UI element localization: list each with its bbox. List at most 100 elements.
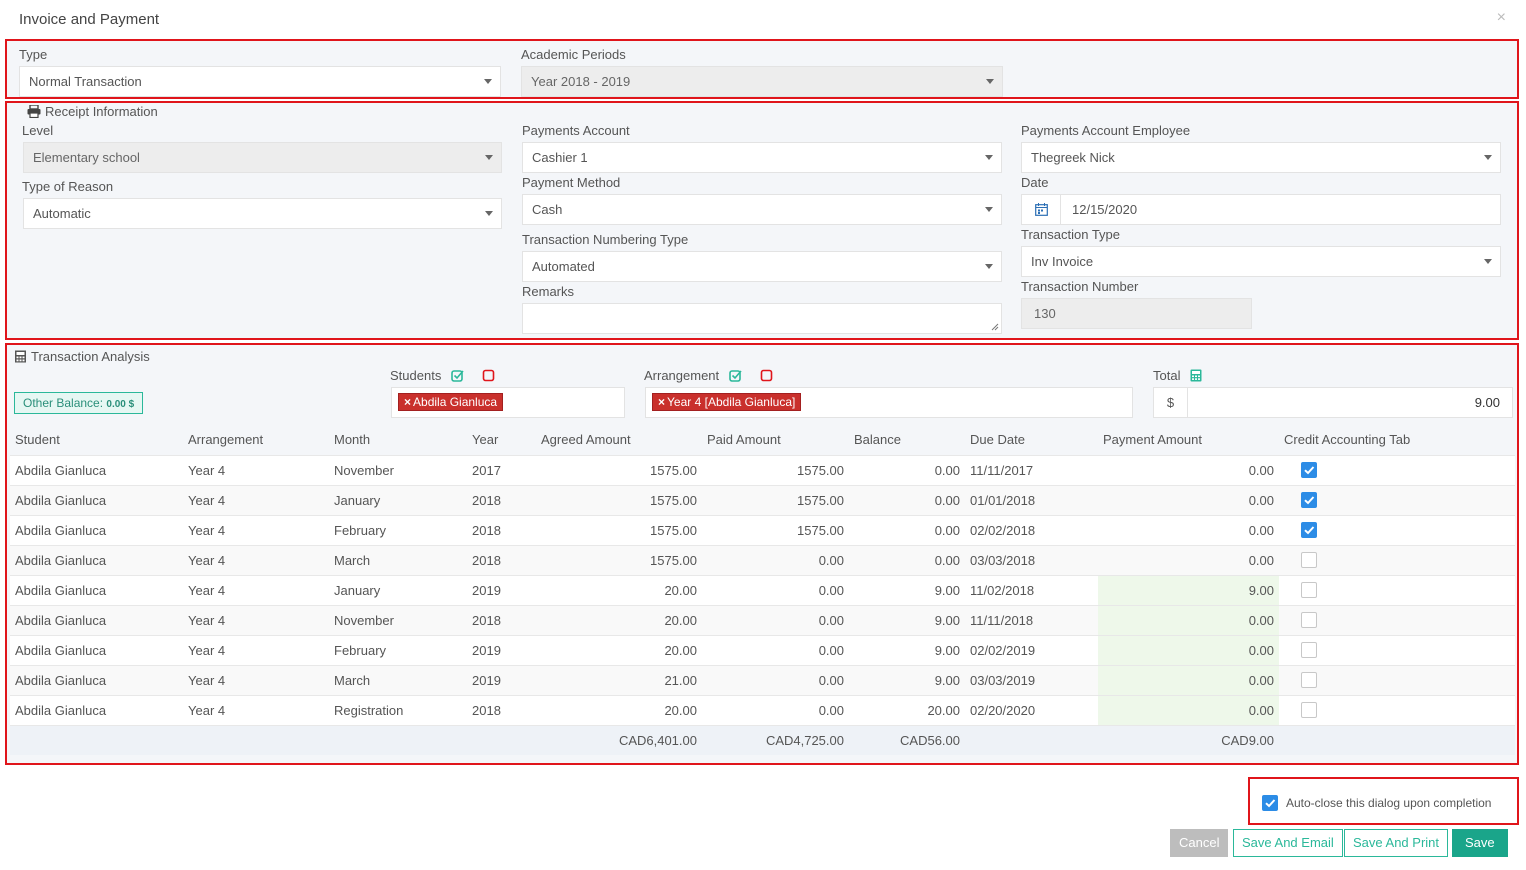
cell-balance: 20.00 [849, 694, 965, 725]
cell-payment: 0.00 [1098, 544, 1279, 575]
cell-year: 2017 [467, 454, 536, 485]
cell-month: November [329, 604, 467, 635]
employee-label: Payments Account Employee [1021, 123, 1191, 138]
auto-close-checkbox[interactable] [1262, 795, 1278, 811]
reason-select[interactable]: Automatic [23, 198, 502, 229]
cell-month: February [329, 634, 467, 665]
students-tag-input[interactable]: × Abdila Gianluca [391, 387, 625, 418]
type-select[interactable]: Normal Transaction [19, 66, 501, 97]
arrangement-label: Arrangement [644, 368, 720, 383]
col-balance[interactable]: Balance [849, 425, 965, 455]
col-credit[interactable]: Credit Accounting Tab [1279, 425, 1515, 455]
credit-checkbox[interactable] [1301, 642, 1317, 659]
arrangement-tag-input[interactable]: × Year 4 [Abdila Gianluca] [645, 387, 1133, 418]
chevron-down-icon [484, 79, 492, 84]
tnum-field: 130 [1021, 298, 1252, 329]
close-icon[interactable]: × [1497, 9, 1506, 27]
col-payment[interactable]: Payment Amount [1098, 425, 1279, 455]
student-tag[interactable]: × Abdila Gianluca [398, 393, 504, 411]
receipt-title: Receipt Information [27, 104, 158, 119]
select-all-students-icon[interactable] [451, 369, 464, 382]
remove-tag-icon[interactable]: × [658, 395, 665, 409]
cell-agreed: 1575.00 [536, 484, 702, 515]
cell-credit [1279, 544, 1515, 575]
cell-payment[interactable]: 0.00 [1098, 694, 1279, 725]
cell-payment[interactable]: 0.00 [1098, 664, 1279, 695]
numbering-select[interactable]: Automated [522, 251, 1002, 282]
cell-arrangement: Year 4 [183, 634, 329, 665]
credit-checkbox[interactable] [1301, 492, 1317, 509]
cell-balance: 0.00 [849, 514, 965, 545]
col-paid[interactable]: Paid Amount [702, 425, 849, 455]
cell-payment[interactable]: 9.00 [1098, 574, 1279, 605]
save-and-print-button[interactable]: Save And Print [1344, 829, 1448, 857]
footer-cell [467, 724, 536, 755]
cell-month: January [329, 574, 467, 605]
type-label: Type [19, 47, 48, 62]
cancel-button[interactable]: Cancel [1170, 829, 1229, 857]
cell-agreed: 1575.00 [536, 454, 702, 485]
cell-month: March [329, 664, 467, 695]
auto-close-label: Auto-close this dialog upon completion [1286, 796, 1492, 810]
resize-handle-icon[interactable] [991, 323, 999, 331]
chevron-down-icon [485, 211, 493, 216]
level-select[interactable]: Elementary school [23, 142, 502, 173]
cell-paid: 1575.00 [702, 484, 849, 515]
period-label: Academic Periods [521, 47, 626, 62]
save-button[interactable]: Save [1452, 829, 1508, 857]
pay-method-select[interactable]: Cash [522, 194, 1002, 225]
cell-arrangement: Year 4 [183, 514, 329, 545]
calendar-icon[interactable] [1022, 195, 1061, 224]
other-balance-value: 0.00 $ [106, 399, 135, 410]
auto-close-option[interactable]: Auto-close this dialog upon completion [1262, 795, 1491, 811]
save-and-email-button[interactable]: Save And Email [1233, 829, 1343, 857]
col-due[interactable]: Due Date [965, 425, 1098, 455]
footer-total-paid: CAD4,725.00 [702, 724, 849, 755]
cell-agreed: 20.00 [536, 694, 702, 725]
period-select[interactable]: Year 2018 - 2019 [521, 66, 1003, 97]
credit-checkbox[interactable] [1301, 522, 1317, 539]
pay-account-select[interactable]: Cashier 1 [522, 142, 1002, 173]
credit-checkbox[interactable] [1301, 672, 1317, 689]
cell-paid: 1575.00 [702, 514, 849, 545]
cell-payment[interactable]: 0.00 [1098, 634, 1279, 665]
numbering-label: Transaction Numbering Type [522, 232, 689, 247]
cell-year: 2019 [467, 634, 536, 665]
cell-agreed: 1575.00 [536, 514, 702, 545]
date-value: 12/15/2020 [1072, 202, 1138, 217]
footer-total-agreed: CAD6,401.00 [536, 724, 702, 755]
table-row: Abdila Gianluca Year 4 January 2018 1575.00 1… [10, 484, 1515, 515]
footer-cell [183, 724, 329, 755]
credit-checkbox[interactable] [1301, 552, 1317, 569]
date-field[interactable]: 12/15/2020 [1021, 194, 1501, 225]
cell-student: Abdila Gianluca [10, 514, 183, 545]
credit-checkbox[interactable] [1301, 462, 1317, 479]
arrangement-tag[interactable]: × Year 4 [Abdila Gianluca] [652, 393, 802, 411]
cell-paid: 0.00 [702, 634, 849, 665]
clear-students-icon[interactable] [482, 369, 495, 382]
col-student[interactable]: Student [10, 425, 183, 455]
remarks-input[interactable] [522, 303, 1002, 334]
employee-select[interactable]: Thegreek Nick [1021, 142, 1501, 173]
cell-year: 2018 [467, 544, 536, 575]
table-row: Abdila Gianluca Year 4 March 2018 1575.00 0.0… [10, 544, 1515, 575]
pay-account-value: Cashier 1 [532, 150, 588, 165]
col-agreed[interactable]: Agreed Amount [536, 425, 702, 455]
select-all-arrangement-icon[interactable] [729, 369, 742, 382]
table-footer-row: CAD6,401.00 CAD4,725.00 CAD56.00 CAD9.00 [10, 724, 1515, 755]
calculator-icon[interactable] [1190, 369, 1202, 382]
col-arrangement[interactable]: Arrangement [183, 425, 329, 455]
cell-payment[interactable]: 0.00 [1098, 604, 1279, 635]
ttype-select[interactable]: Inv Invoice [1021, 246, 1501, 277]
cell-due: 11/11/2018 [965, 604, 1098, 635]
remove-tag-icon[interactable]: × [404, 395, 411, 409]
clear-arrangement-icon[interactable] [760, 369, 773, 382]
credit-checkbox[interactable] [1301, 612, 1317, 629]
cell-student: Abdila Gianluca [10, 694, 183, 725]
col-month[interactable]: Month [329, 425, 467, 455]
credit-checkbox[interactable] [1301, 702, 1317, 719]
credit-checkbox[interactable] [1301, 582, 1317, 599]
footer-total-balance: CAD56.00 [849, 724, 965, 755]
ttype-value: Inv Invoice [1031, 254, 1094, 269]
col-year[interactable]: Year [467, 425, 536, 455]
